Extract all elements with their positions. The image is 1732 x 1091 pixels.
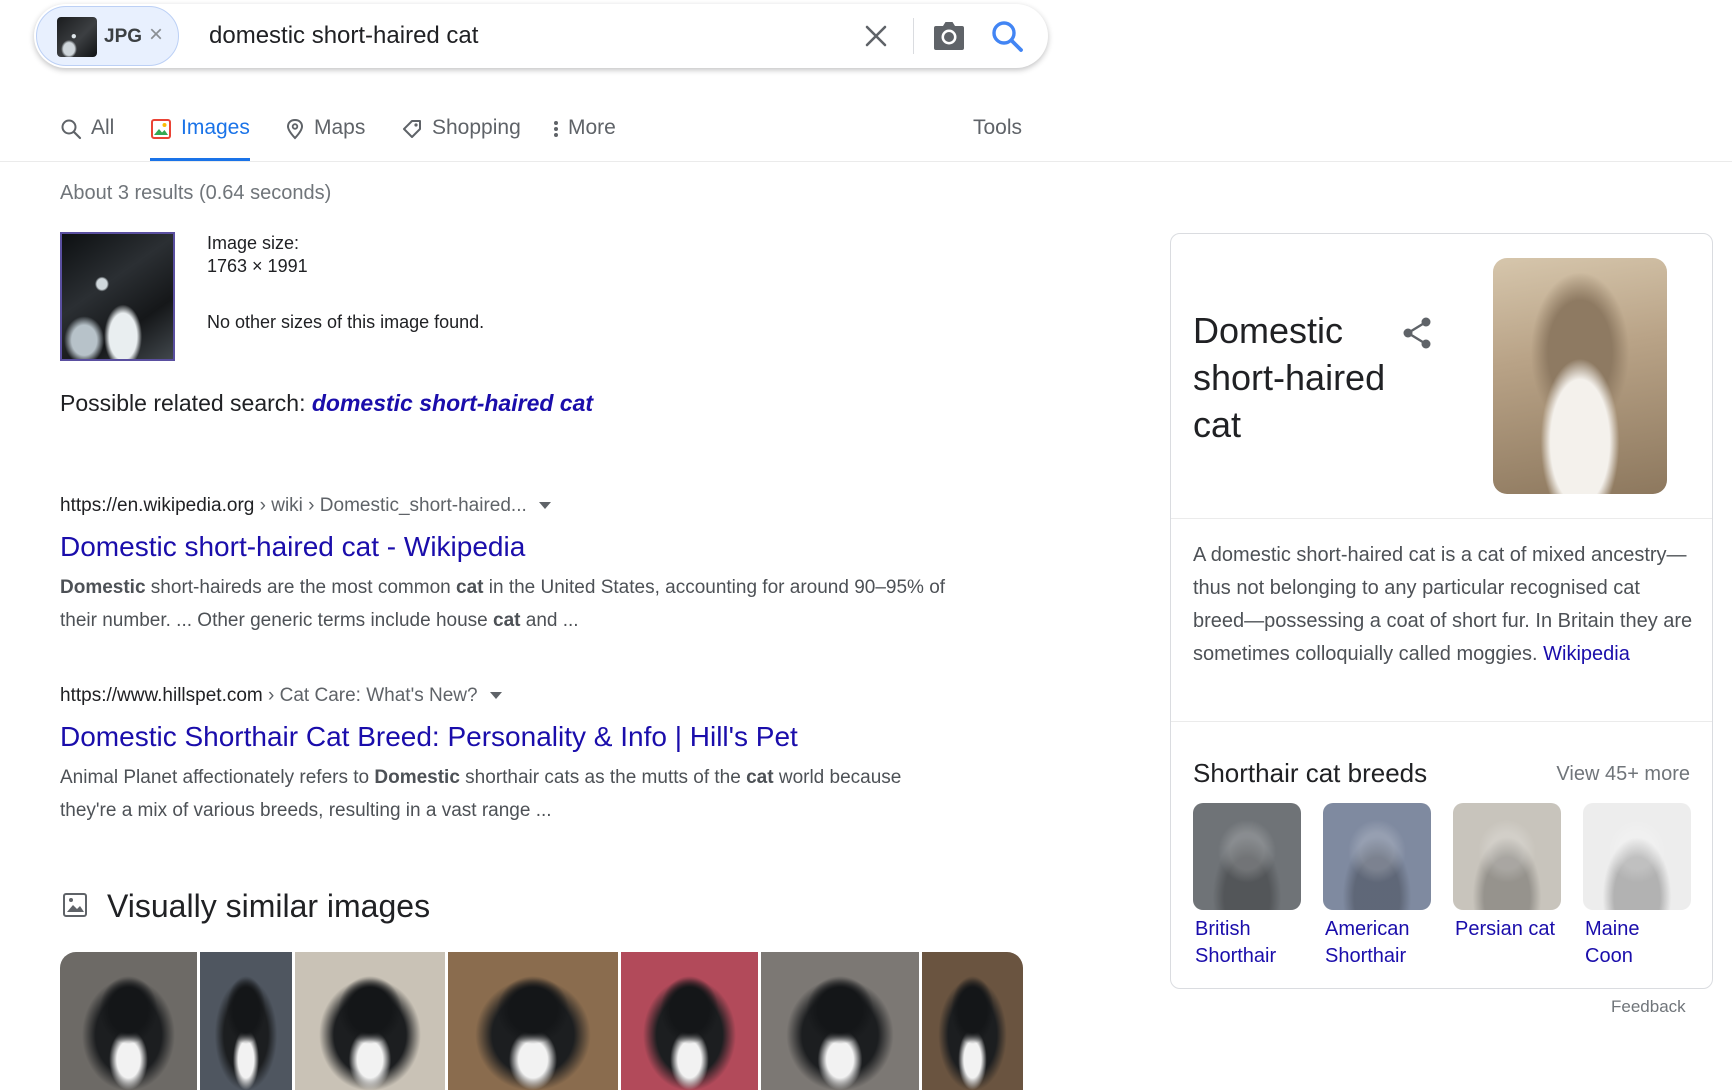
tab-shopping[interactable]: Shopping	[401, 116, 521, 161]
breed-card[interactable]: Persian cat	[1453, 803, 1561, 943]
breed-name: British Shorthair	[1195, 918, 1277, 967]
similar-image[interactable]	[922, 952, 1023, 1090]
search-icon[interactable]	[990, 19, 1024, 53]
search-divider	[913, 18, 914, 54]
tag-icon	[403, 120, 421, 138]
panel-title: Domestic short-haired cat	[1193, 310, 1386, 445]
view-more-link[interactable]: View 45+ more	[1556, 763, 1690, 786]
image-size-label: Image size:	[207, 233, 300, 253]
result-url[interactable]: https://en.wikipedia.org › wiki › Domest…	[60, 495, 960, 517]
related-search: Possible related search: domestic short-…	[60, 390, 593, 417]
breed-image	[1193, 803, 1301, 910]
search-icon	[61, 119, 82, 140]
breed-card[interactable]: American Shorthair	[1323, 803, 1431, 970]
share-icon[interactable]	[1401, 316, 1433, 350]
search-tabs: All Images Maps Shopping More Tools	[0, 100, 1732, 162]
breed-image	[1453, 803, 1561, 910]
tab-label: More	[568, 116, 616, 139]
tab-maps[interactable]: Maps	[285, 116, 365, 161]
breed-card[interactable]: British Shorthair	[1193, 803, 1301, 970]
similar-image[interactable]	[200, 952, 292, 1090]
divider	[1171, 721, 1712, 722]
result-menu-caret-icon[interactable]	[489, 692, 502, 700]
tab-all[interactable]: All	[60, 116, 114, 161]
similar-image[interactable]	[295, 952, 445, 1090]
tab-more[interactable]: More	[553, 116, 616, 161]
clear-search-icon[interactable]	[860, 20, 892, 52]
map-pin-icon	[286, 118, 304, 140]
breed-card[interactable]: Maine Coon	[1583, 803, 1691, 970]
related-search-prefix: Possible related search:	[60, 390, 312, 416]
panel-description: A domestic short-haired cat is a cat of …	[1193, 539, 1693, 671]
similar-images-strip	[60, 952, 1023, 1090]
result-menu-caret-icon[interactable]	[538, 502, 551, 510]
similar-image[interactable]	[761, 952, 919, 1090]
result-domain: https://www.hillspet.com	[60, 685, 263, 706]
search-result: https://www.hillspet.com › Cat Care: Wha…	[60, 685, 960, 827]
similar-image[interactable]	[621, 952, 758, 1090]
result-breadcrumb: › wiki › Domestic_short-haired...	[254, 495, 527, 516]
image-query-chip[interactable]: JPG ×	[36, 6, 179, 66]
tab-label: Images	[181, 116, 250, 139]
chip-label: JPG	[104, 26, 143, 47]
camera-icon[interactable]	[932, 20, 966, 52]
breed-name: Persian cat	[1455, 918, 1556, 940]
similar-image[interactable]	[448, 952, 618, 1090]
tab-label: All	[91, 116, 115, 139]
result-stats: About 3 results (0.64 seconds)	[60, 182, 332, 204]
result-url[interactable]: https://www.hillspet.com › Cat Care: Wha…	[60, 685, 960, 707]
similar-images-heading: Visually similar images	[107, 888, 431, 924]
search-bar: JPG × domestic short-haired cat	[34, 4, 1048, 68]
tab-label: Maps	[314, 116, 366, 139]
feedback-link[interactable]: Feedback	[1611, 997, 1686, 1017]
similar-image[interactable]	[60, 952, 197, 1090]
divider	[1171, 518, 1712, 519]
query-image[interactable]	[60, 232, 175, 361]
result-breadcrumb: › Cat Care: What's New?	[262, 685, 478, 706]
tab-images[interactable]: Images	[150, 116, 250, 161]
breed-name: American Shorthair	[1325, 918, 1410, 967]
result-domain: https://en.wikipedia.org	[60, 495, 255, 516]
result-title[interactable]: Domestic short-haired cat - Wikipedia	[60, 531, 960, 563]
image-icon	[63, 893, 87, 917]
image-icon	[151, 119, 171, 139]
result-title[interactable]: Domestic Shorthair Cat Breed: Personalit…	[60, 721, 960, 753]
tools-button[interactable]: Tools	[973, 116, 1022, 140]
query-image-thumbnail	[57, 17, 97, 57]
breed-image	[1583, 803, 1691, 910]
knowledge-panel: Domestic short-haired cat A domestic sho…	[1170, 233, 1713, 989]
search-input[interactable]: domestic short-haired cat	[209, 22, 478, 50]
wikipedia-link[interactable]: Wikipedia	[1543, 643, 1630, 665]
breed-image	[1323, 803, 1431, 910]
result-snippet: Animal Planet affectionately refers to D…	[60, 767, 902, 821]
no-other-sizes-text: No other sizes of this image found.	[207, 312, 485, 332]
search-result: https://en.wikipedia.org › wiki › Domest…	[60, 495, 960, 637]
more-vert-icon	[554, 121, 558, 137]
result-snippet: Domestic short-haireds are the most comm…	[60, 577, 946, 631]
breeds-heading: Shorthair cat breeds	[1193, 758, 1428, 788]
breed-name: Maine Coon	[1585, 918, 1640, 967]
related-search-link[interactable]: domestic short-haired cat	[312, 390, 593, 416]
image-size-value: 1763 × 1991	[207, 256, 308, 276]
tab-label: Shopping	[432, 116, 521, 139]
panel-photo[interactable]	[1493, 258, 1667, 494]
remove-image-icon[interactable]: ×	[149, 21, 163, 49]
